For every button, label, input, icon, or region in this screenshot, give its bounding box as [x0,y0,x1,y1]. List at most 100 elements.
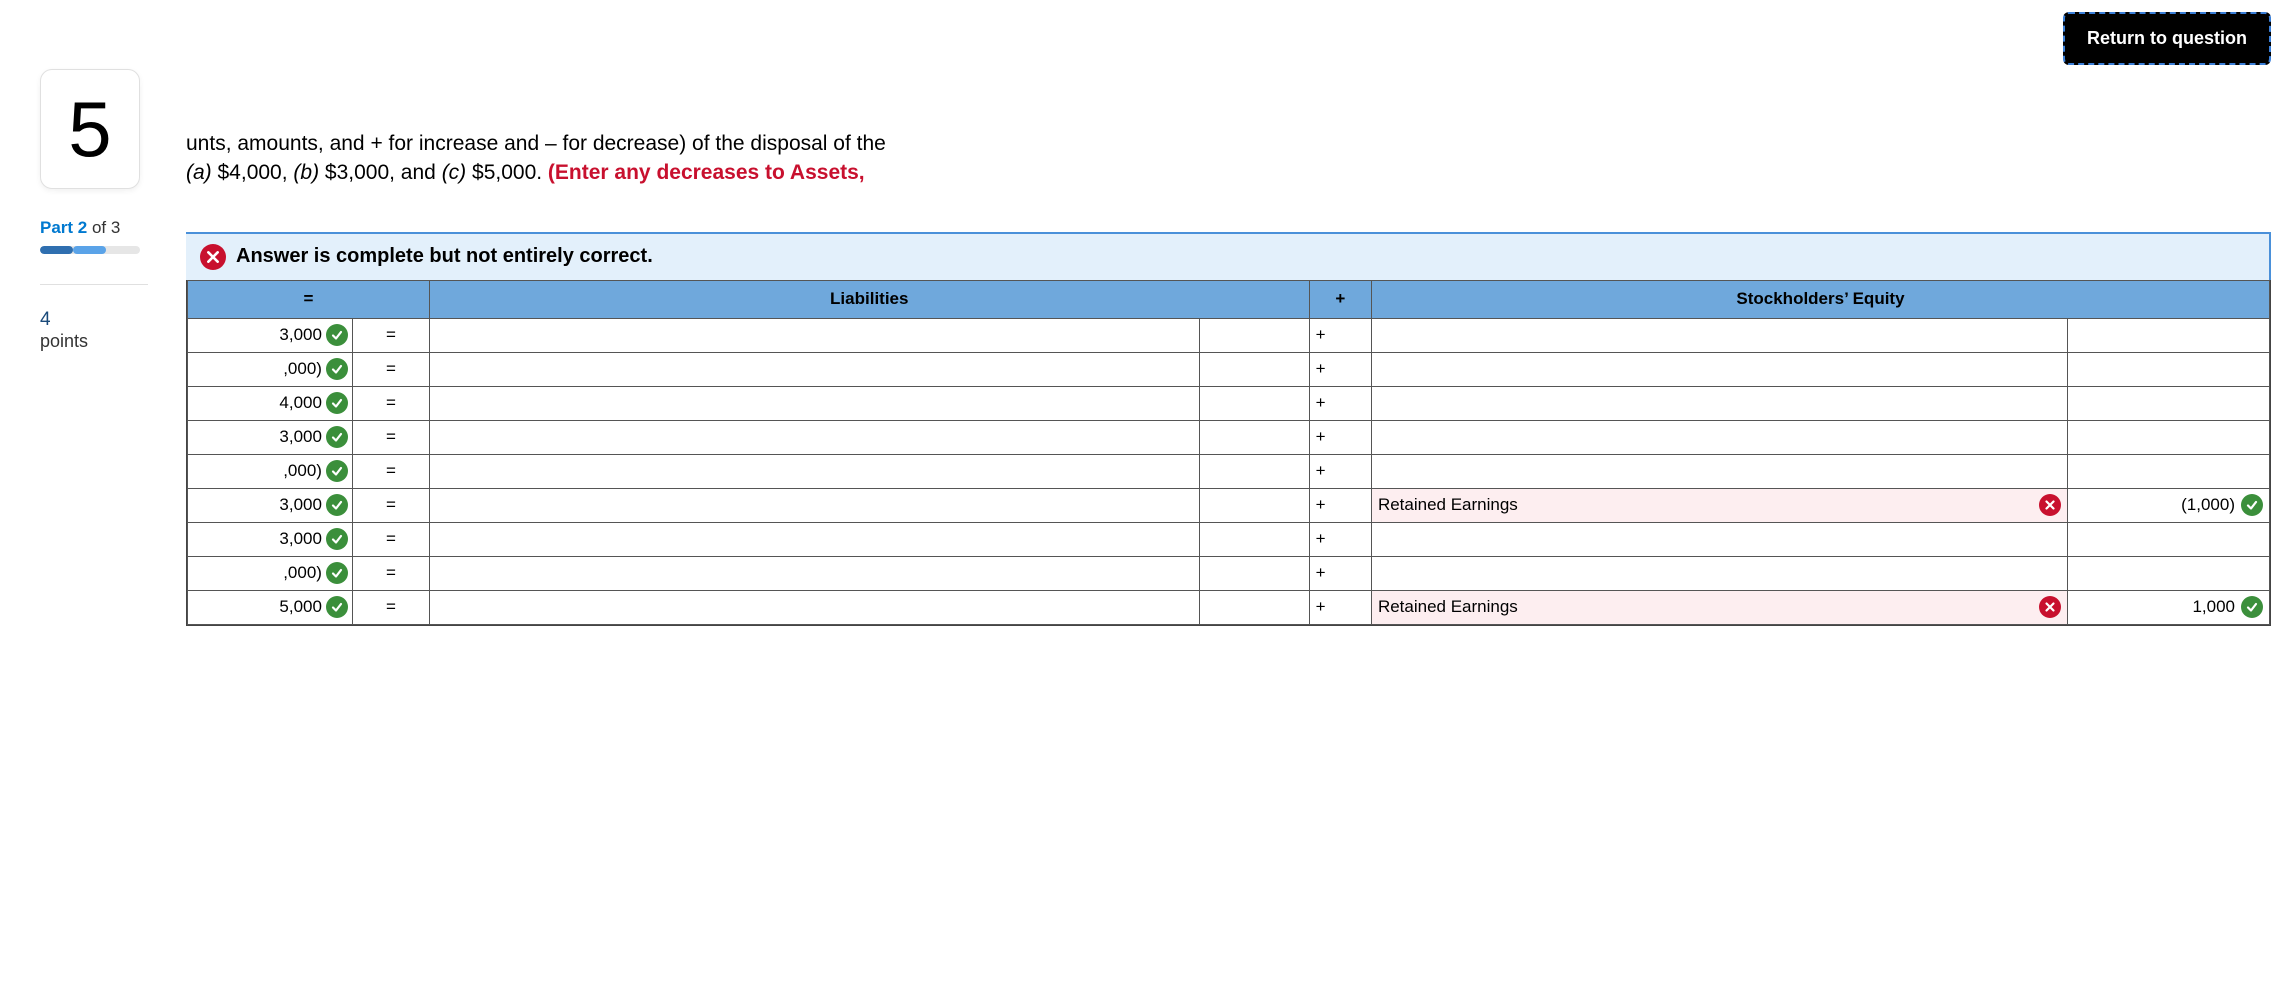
liabilities-cell[interactable] [429,488,1199,522]
check-icon [326,358,348,380]
stockholders-equity-cell[interactable] [1371,420,2067,454]
sidebar: 5 Part 2 of 3 4 points [40,69,148,626]
header-equals: = [188,280,430,318]
asset-value-cell[interactable]: 3,000 [188,319,352,352]
asset-value-cell[interactable]: ,000) [188,455,352,488]
part-of: of 3 [87,218,120,237]
equals-cell: = [352,522,429,556]
progress-bar [40,246,140,254]
asset-value-cell[interactable]: ,000) [188,557,352,590]
plus-cell: + [1309,386,1371,420]
liabilities-cell[interactable] [429,454,1199,488]
table-row: 3,000=+ [188,522,2270,556]
x-icon [2039,596,2061,618]
asset-value-cell[interactable]: 3,000 [188,489,352,522]
equals-cell: = [352,590,429,624]
stockholders-equity-cell[interactable] [1371,386,2067,420]
check-icon [2241,494,2263,516]
liabilities-cell[interactable] [429,556,1199,590]
equals-cell: = [352,318,429,352]
liabilities-cell[interactable] [429,318,1199,352]
check-icon [326,392,348,414]
stockholders-equity-amount-cell[interactable] [2068,386,2270,420]
table-row: ,000)=+ [188,454,2270,488]
equals-cell: = [352,556,429,590]
asset-value-cell[interactable]: 5,000 [188,591,352,624]
stockholders-equity-amount-cell[interactable] [2068,420,2270,454]
table-row: ,000)= + [188,556,2270,590]
liabilities-amount-cell[interactable] [1199,590,1309,624]
liabilities-cell[interactable] [429,522,1199,556]
points-label: points [40,331,148,352]
x-icon [200,244,226,270]
equals-cell: = [352,488,429,522]
check-icon [326,562,348,584]
answer-status-banner: Answer is complete but not entirely corr… [186,232,2271,280]
table-row: 3,000= +Retained Earnings(1,000) [188,488,2270,522]
stockholders-equity-amount-cell[interactable] [2068,522,2270,556]
plus-cell: + [1309,590,1371,624]
stockholders-equity-cell[interactable] [1371,556,2067,590]
points-display: 4 points [40,284,148,352]
check-icon [2241,596,2263,618]
header-liabilities: Liabilities [429,280,1309,318]
stockholders-equity-amount-cell[interactable] [2068,556,2270,590]
plus-cell: + [1309,318,1371,352]
asset-value-cell[interactable]: 3,000 [188,523,352,556]
stockholders-equity-amount-cell[interactable] [2068,352,2270,386]
asset-value-cell[interactable]: ,000) [188,353,352,386]
check-icon [326,324,348,346]
liabilities-amount-cell[interactable] [1199,386,1309,420]
table-row: 3,000= + [188,420,2270,454]
part-indicator: Part 2 of 3 [40,217,148,254]
plus-cell: + [1309,420,1371,454]
banner-text: Answer is complete but not entirely corr… [236,245,653,268]
table-row: ,000)= + [188,352,2270,386]
table-row: 5,000= +Retained Earnings1,000 [188,590,2270,624]
check-icon [326,596,348,618]
check-icon [326,460,348,482]
asset-value-cell[interactable]: 3,000 [188,421,352,454]
equals-cell: = [352,454,429,488]
part-label: Part 2 [40,218,87,237]
points-value: 4 [40,309,148,331]
header-stockholders-equity: Stockholders’ Equity [1371,280,2269,318]
liabilities-cell[interactable] [429,590,1199,624]
stockholders-equity-cell[interactable] [1371,522,2067,556]
plus-cell: + [1309,488,1371,522]
plus-cell: + [1309,352,1371,386]
liabilities-amount-cell[interactable] [1199,352,1309,386]
liabilities-cell[interactable] [429,352,1199,386]
stockholders-equity-amount-cell[interactable] [2068,318,2270,352]
equals-cell: = [352,386,429,420]
stockholders-equity-cell[interactable] [1371,352,2067,386]
stockholders-equity-cell[interactable]: Retained Earnings [1371,488,2067,522]
stockholders-equity-cell[interactable] [1371,318,2067,352]
equals-cell: = [352,420,429,454]
liabilities-amount-cell[interactable] [1199,556,1309,590]
liabilities-amount-cell[interactable] [1199,318,1309,352]
liabilities-cell[interactable] [429,386,1199,420]
asset-value-cell[interactable]: 4,000 [188,387,352,420]
return-to-question-button[interactable]: Return to question [2063,12,2271,65]
equals-cell: = [352,352,429,386]
stockholders-equity-amount-cell[interactable]: (1,000) [2068,488,2270,522]
question-number: 5 [40,69,140,189]
header-plus: + [1309,280,1371,318]
stockholders-equity-cell[interactable] [1371,454,2067,488]
liabilities-cell[interactable] [429,420,1199,454]
stockholders-equity-amount-cell[interactable]: 1,000 [2068,590,2270,624]
table-row: 3,000= + [188,318,2270,352]
x-icon [2039,494,2061,516]
liabilities-amount-cell[interactable] [1199,522,1309,556]
main-content: unts, amounts, and + for increase and – … [186,69,2271,626]
stockholders-equity-cell[interactable]: Retained Earnings [1371,590,2067,624]
liabilities-amount-cell[interactable] [1199,488,1309,522]
question-text: unts, amounts, and + for increase and – … [186,129,2271,188]
stockholders-equity-amount-cell[interactable] [2068,454,2270,488]
liabilities-amount-cell[interactable] [1199,454,1309,488]
check-icon [326,494,348,516]
liabilities-amount-cell[interactable] [1199,420,1309,454]
plus-cell: + [1309,556,1371,590]
answer-table: = Liabilities + Stockholders’ Equity 3,0… [186,280,2271,626]
